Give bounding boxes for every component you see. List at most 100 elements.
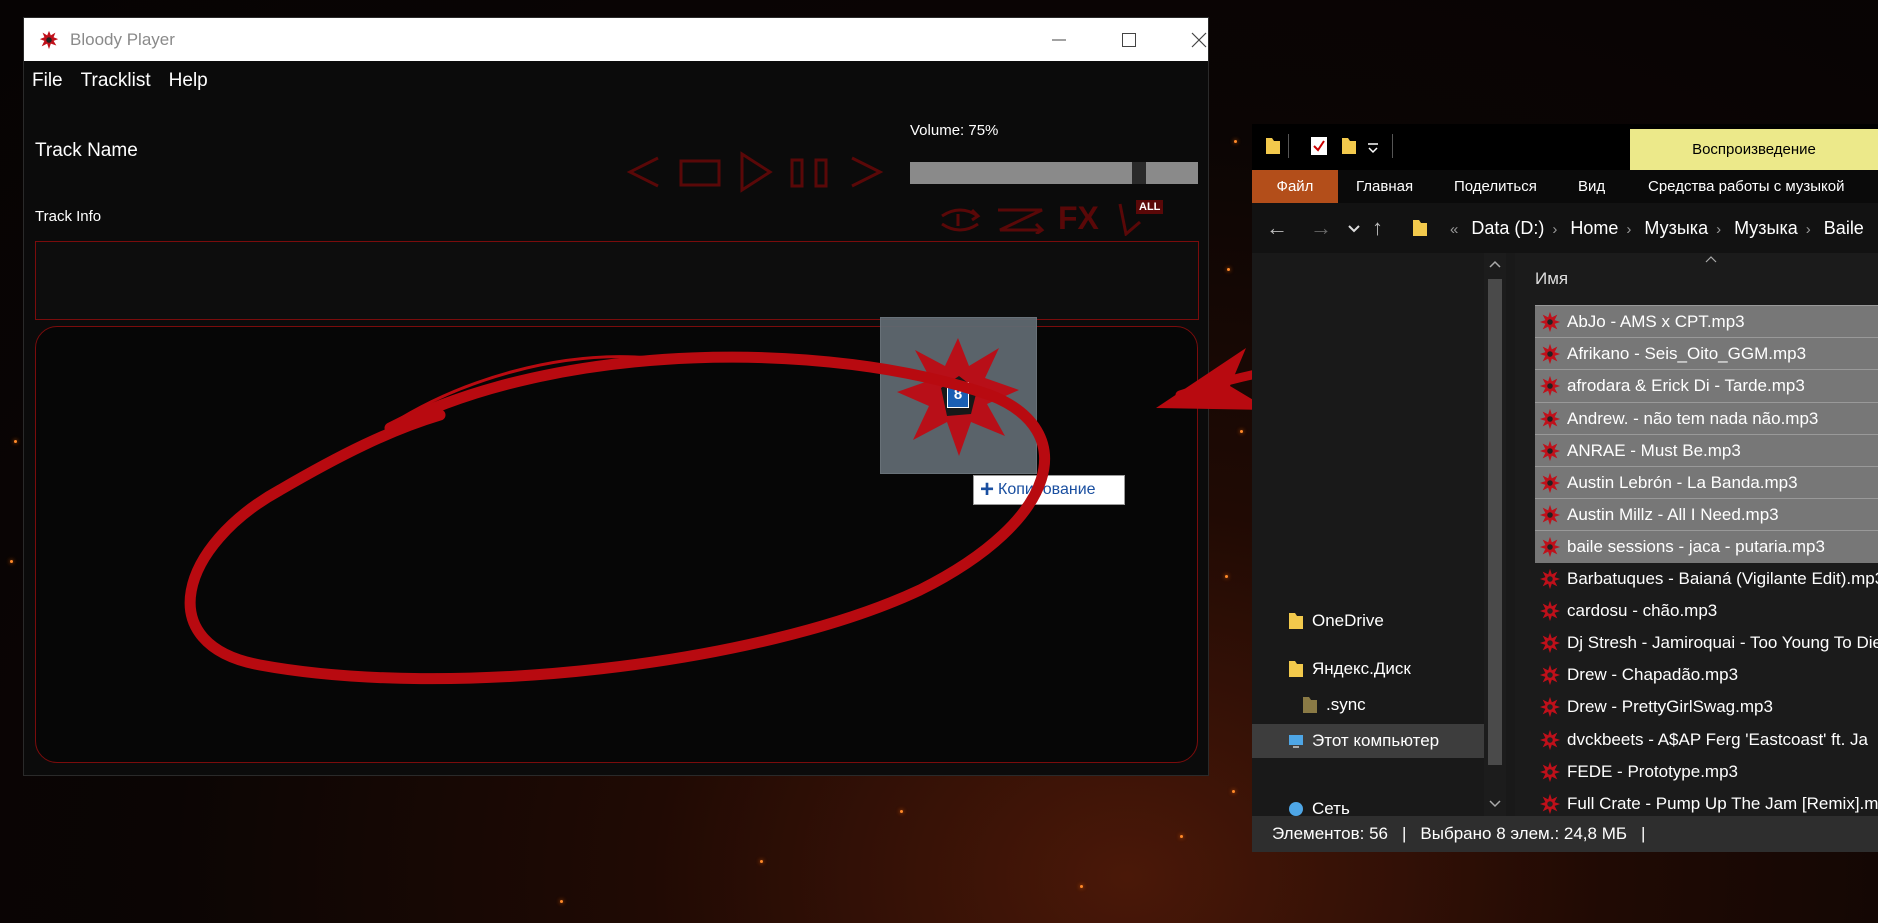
file-row[interactable]: baile sessions - jaca - putaria.mp3 — [1535, 530, 1878, 564]
minimize-button[interactable] — [1024, 18, 1094, 61]
nav-item-sync[interactable]: .sync — [1302, 695, 1366, 715]
close-button[interactable] — [1164, 18, 1234, 61]
audio-file-icon — [1539, 472, 1561, 494]
folder-icon — [1413, 220, 1427, 236]
volume-label: Volume: 75% — [910, 122, 999, 139]
audio-file-icon — [1539, 440, 1561, 461]
navigation-scrollbar[interactable] — [1484, 253, 1506, 816]
file-row[interactable]: Austin Millz - All I Need.mp3 — [1535, 498, 1878, 532]
sort-chevron-up-icon — [1705, 256, 1717, 263]
chevron-down-icon[interactable] — [1347, 223, 1361, 235]
volume-slider[interactable] — [910, 162, 1198, 184]
maximize-button[interactable] — [1094, 18, 1164, 61]
explorer-status-bar: Элементов: 56 | Выбрано 8 элем.: 24,8 МБ… — [1252, 816, 1878, 852]
drag-copy-label: Копирование — [998, 481, 1096, 498]
folder-icon[interactable] — [1264, 136, 1282, 156]
status-item-count: Элементов: 56 — [1272, 824, 1388, 843]
chevron-up-icon[interactable] — [1489, 259, 1501, 269]
stop-button[interactable] — [678, 154, 722, 190]
explorer-address-bar: ← → ↑ « Data (D:) › Home › Музыка › Музыка ›… — [1252, 203, 1878, 253]
status-selected: Выбрано 8 элем.: 24,8 МБ — [1420, 824, 1628, 843]
file-name: Andrew. - não tem nada não.mp3 — [1567, 408, 1819, 428]
file-row[interactable]: AbJo - AMS x CPT.mp3 — [1535, 305, 1878, 338]
file-row[interactable]: FEDE - Prototype.mp3 — [1535, 756, 1878, 788]
file-row[interactable]: Afrikano - Seis_Oito_GGM.mp3 — [1535, 337, 1878, 371]
file-name: Barbatuques - Baianá (Vigilante Edit).mp… — [1567, 568, 1878, 588]
file-name: Austin Millz - All I Need.mp3 — [1567, 505, 1779, 525]
audio-file-icon — [1539, 600, 1561, 621]
breadcrumb-music-sub[interactable]: Музыка — [1734, 218, 1798, 238]
shuffle-icon[interactable] — [994, 204, 1048, 234]
up-arrow-icon[interactable]: ↑ — [1372, 215, 1383, 241]
tab-view[interactable]: Вид — [1578, 178, 1605, 195]
file-row[interactable]: Dj Stresh - Jamiroquai - Too Young To Di… — [1535, 627, 1878, 659]
chevron-down-icon[interactable] — [1364, 136, 1382, 156]
breadcrumb-home[interactable]: Home — [1570, 218, 1618, 238]
file-name: dvckbeets - A$AP Ferg 'Eastcoast' ft. Ja — [1567, 729, 1868, 749]
file-row[interactable]: cardosu - chão.mp3 — [1535, 595, 1878, 627]
tab-file[interactable]: Файл — [1252, 170, 1338, 203]
chevron-down-icon[interactable] — [1489, 799, 1501, 809]
file-name: ANRAE - Must Be.mp3 — [1567, 440, 1741, 460]
audio-file-icon — [1539, 408, 1561, 429]
menu-file[interactable]: File — [32, 70, 63, 92]
tab-file-label: Файл — [1276, 178, 1314, 195]
file-name: cardosu - chão.mp3 — [1567, 600, 1718, 620]
file-row[interactable]: Barbatuques - Baianá (Vigilante Edit).mp… — [1535, 563, 1878, 595]
nav-item-this-pc[interactable]: Этот компьютер — [1252, 724, 1484, 758]
file-name: Drew - Chapadão.mp3 — [1567, 665, 1739, 685]
menu-help[interactable]: Help — [169, 70, 208, 92]
close-icon — [1191, 32, 1207, 47]
breadcrumb-baile[interactable]: Baile — [1824, 218, 1864, 238]
repeat-icon[interactable] — [936, 204, 984, 234]
file-row[interactable]: dvckbeets - A$AP Ferg 'Eastcoast' ft. Ja — [1535, 724, 1878, 756]
properties-icon[interactable] — [1310, 136, 1328, 156]
nav-item-label: OneDrive — [1312, 611, 1384, 630]
previous-button[interactable] — [624, 154, 664, 190]
track-name: Track Name — [35, 140, 138, 161]
file-row[interactable]: Andrew. - não tem nada não.mp3 — [1535, 401, 1878, 435]
fx-button[interactable]: FX — [1058, 200, 1099, 237]
next-button[interactable] — [846, 154, 886, 190]
player-titlebar[interactable]: Bloody Player — [24, 18, 1208, 61]
file-name: Dj Stresh - Jamiroquai - Too Young To Di… — [1567, 633, 1878, 652]
menu-tracklist[interactable]: Tracklist — [81, 70, 151, 92]
file-name: afrodara & Erick Di - Tarde.mp3 — [1567, 376, 1805, 396]
audio-file-icon — [1539, 311, 1561, 333]
tab-music-tools[interactable]: Средства работы с музыкой — [1648, 178, 1845, 195]
audio-file-icon — [1539, 505, 1561, 526]
tab-home[interactable]: Главная — [1356, 178, 1413, 195]
file-row[interactable]: Drew - Chapadão.mp3 — [1535, 659, 1878, 691]
breadcrumb-drive[interactable]: Data (D:) — [1471, 218, 1544, 238]
tab-share[interactable]: Поделиться — [1454, 178, 1537, 195]
file-name: Full Crate - Pump Up The Jam [Remix].mp3 — [1567, 794, 1878, 813]
new-folder-icon[interactable] — [1340, 136, 1358, 156]
tab-playback[interactable]: Воспроизведение — [1630, 129, 1878, 170]
file-row[interactable]: Drew - PrettyGirlSwag.mp3 — [1535, 691, 1878, 723]
file-row[interactable]: Austin Lebrón - La Banda.mp3 — [1535, 466, 1878, 499]
back-arrow-icon[interactable]: ← — [1266, 215, 1288, 241]
pause-button[interactable] — [788, 154, 832, 190]
player-menubar: File Tracklist Help — [24, 61, 1208, 101]
playback-mode-controls: FX ALL — [936, 198, 1196, 240]
file-name: Austin Lebrón - La Banda.mp3 — [1567, 473, 1798, 492]
audio-file-icon — [1539, 665, 1561, 686]
column-header-name[interactable]: Имя — [1535, 269, 1568, 289]
play-button[interactable] — [736, 150, 776, 194]
forward-arrow-icon[interactable]: → — [1310, 215, 1332, 241]
nav-item-onedrive[interactable]: OneDrive — [1288, 611, 1384, 631]
player-title: Bloody Player — [70, 29, 175, 49]
explorer-body: OneDrive Яндекс.Диск .sync Этот компьюте… — [1252, 253, 1878, 818]
scrollbar-thumb[interactable] — [1488, 279, 1502, 765]
audio-file-icon — [1539, 344, 1561, 365]
explorer-titlebar[interactable]: Воспроизведение — [1252, 124, 1878, 170]
file-name: FEDE - Prototype.mp3 — [1567, 761, 1739, 781]
splatter-logo-icon — [39, 30, 59, 49]
volume-thumb[interactable] — [1132, 162, 1146, 184]
nav-item-yandex-disk[interactable]: Яндекс.Диск — [1288, 659, 1411, 679]
audio-file-icon — [1539, 537, 1561, 558]
file-row[interactable]: afrodara & Erick Di - Tarde.mp3 — [1535, 369, 1878, 403]
explorer-window: Воспроизведение Файл Главная Поделиться … — [1252, 124, 1878, 852]
file-row[interactable]: ANRAE - Must Be.mp3 — [1535, 433, 1878, 467]
breadcrumb-music[interactable]: Музыка — [1644, 218, 1708, 238]
